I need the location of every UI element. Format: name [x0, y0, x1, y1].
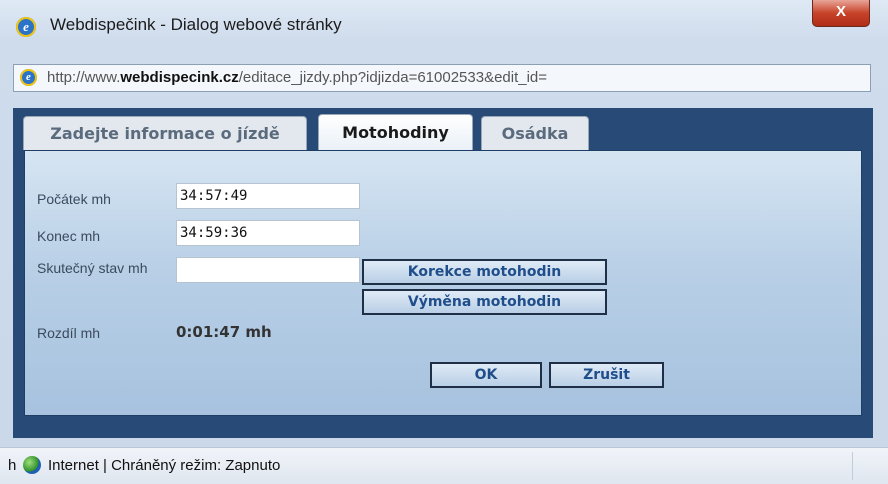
- start-field[interactable]: 34:57:49: [176, 183, 360, 209]
- actual-field[interactable]: [176, 257, 360, 283]
- cancel-button[interactable]: Zrušit: [549, 362, 664, 388]
- address-url: http://www.webdispecink.cz/editace_jizdy…: [47, 69, 547, 86]
- correction-button[interactable]: Korekce motohodin: [362, 259, 607, 285]
- title-bar: e Webdispečink - Dialog webové stránky X: [0, 0, 888, 46]
- actual-label: Skutečný stav mh: [37, 260, 148, 276]
- url-domain: webdispecink.cz: [120, 69, 239, 86]
- tab-engine-hours[interactable]: Motohodiny: [318, 114, 473, 151]
- page-icon: e: [20, 69, 37, 86]
- diff-value: 0:01:47 mh: [176, 323, 272, 341]
- status-text: Internet | Chráněný režim: Zapnuto: [48, 457, 281, 474]
- status-divider: [852, 452, 853, 480]
- start-label: Počátek mh: [37, 191, 111, 207]
- ok-button[interactable]: OK: [430, 362, 542, 388]
- globe-icon: [23, 456, 41, 474]
- window-title: Webdispečink - Dialog webové stránky: [50, 15, 342, 34]
- status-bar: h Internet | Chráněný režim: Zapnuto: [0, 447, 888, 484]
- ie-icon: e: [16, 17, 36, 37]
- dialog-window: e Webdispečink - Dialog webové stránky X…: [0, 0, 888, 484]
- content-frame: Zadejte informace o jízdě Motohodiny Osá…: [13, 108, 873, 438]
- tab-trip-info[interactable]: Zadejte informace o jízdě: [23, 116, 307, 150]
- end-label: Konec mh: [37, 228, 101, 244]
- diff-label: Rozdíl mh: [37, 325, 101, 341]
- tab-crew[interactable]: Osádka: [481, 116, 589, 150]
- end-field[interactable]: 34:59:36: [176, 220, 360, 246]
- exchange-button[interactable]: Výměna motohodin: [362, 289, 607, 315]
- address-bar: e http://www.webdispecink.cz/editace_jiz…: [13, 64, 871, 92]
- tab-bar: Zadejte informace o jízdě Motohodiny Osá…: [13, 108, 873, 151]
- close-button[interactable]: X: [812, 0, 870, 27]
- engine-hours-panel: Počátek mh 34:57:49 Konec mh 34:59:36 Sk…: [24, 150, 862, 416]
- url-path: /editace_jizdy.php?idjizda=61002533&edit…: [238, 69, 548, 86]
- status-prefix: h: [8, 457, 17, 474]
- url-prefix: http://www.: [47, 69, 121, 86]
